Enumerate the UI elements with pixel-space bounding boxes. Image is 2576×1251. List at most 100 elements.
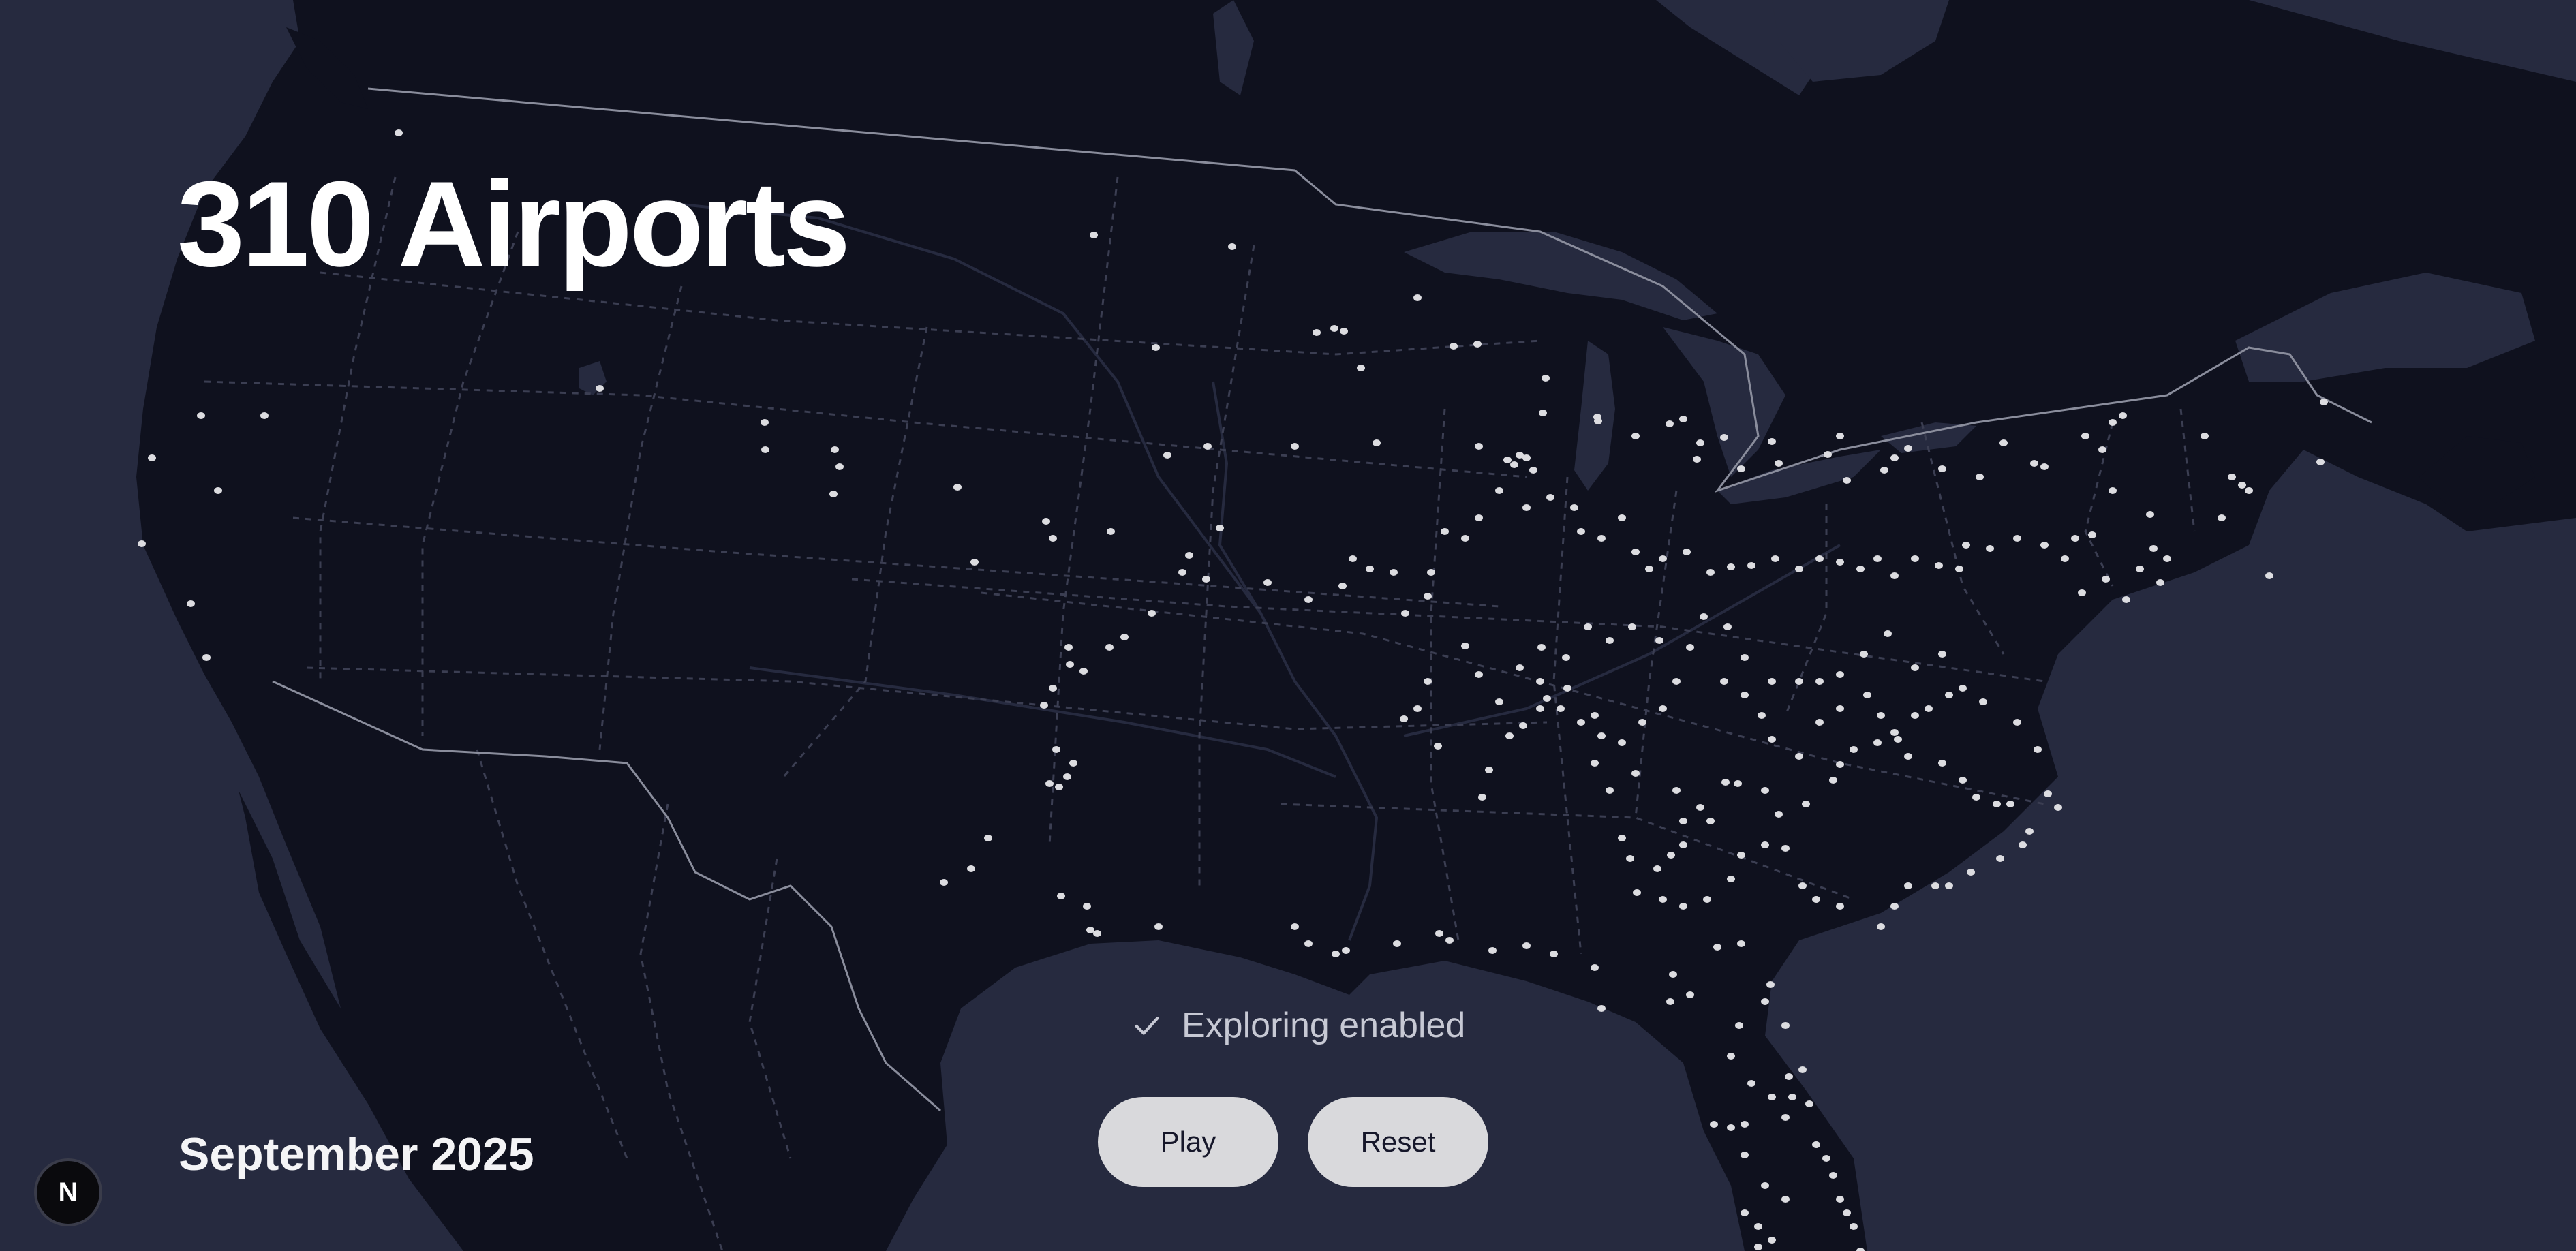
airport-marker[interactable] [1795, 753, 1803, 760]
airport-marker[interactable] [1877, 712, 1885, 719]
airport-marker[interactable] [1090, 232, 1098, 238]
airport-marker[interactable] [1737, 465, 1745, 472]
airport-marker[interactable] [1710, 1121, 1718, 1128]
airport-marker[interactable] [187, 600, 195, 607]
airport-marker[interactable] [1795, 566, 1803, 572]
airport-marker[interactable] [1083, 903, 1091, 910]
airport-marker[interactable] [1591, 760, 1599, 767]
airport-marker[interactable] [1860, 651, 1868, 658]
airport-marker[interactable] [1754, 1223, 1762, 1230]
airport-marker[interactable] [1052, 746, 1060, 753]
airport-marker[interactable] [1049, 535, 1057, 542]
airport-marker[interactable] [1516, 664, 1524, 671]
airport-marker[interactable] [1785, 1073, 1793, 1080]
airport-marker[interactable] [1216, 525, 1224, 531]
airport-marker[interactable] [1798, 1066, 1807, 1073]
airport-marker[interactable] [1829, 1172, 1837, 1179]
airport-marker[interactable] [1890, 454, 1899, 461]
airport-marker[interactable] [1340, 328, 1348, 335]
airport-marker[interactable] [1495, 487, 1503, 494]
airport-marker[interactable] [1597, 535, 1606, 542]
airport-marker[interactable] [1550, 951, 1558, 957]
airport-marker[interactable] [831, 446, 839, 453]
airport-marker[interactable] [1473, 341, 1482, 348]
airport-marker[interactable] [835, 463, 844, 470]
airport-marker[interactable] [1737, 940, 1745, 947]
airport-marker[interactable] [1788, 1094, 1796, 1100]
airport-marker[interactable] [1863, 692, 1871, 698]
airport-marker[interactable] [1836, 559, 1844, 566]
airport-marker[interactable] [1659, 555, 1667, 562]
airport-marker[interactable] [1812, 1141, 1820, 1148]
airport-marker[interactable] [1720, 678, 1728, 685]
airport-marker[interactable] [1768, 438, 1776, 445]
airport-marker[interactable] [1424, 593, 1432, 600]
airport-marker[interactable] [2156, 579, 2164, 586]
airport-marker[interactable] [1959, 777, 1967, 784]
airport-marker[interactable] [1570, 504, 1578, 511]
airport-marker[interactable] [1747, 562, 1755, 569]
airport-marker[interactable] [1945, 882, 1953, 889]
airport-marker[interactable] [1093, 930, 1101, 937]
airport-marker[interactable] [1781, 1114, 1790, 1121]
airport-marker[interactable] [2013, 719, 2021, 726]
airport-marker[interactable] [1741, 1209, 1749, 1216]
airport-marker[interactable] [1812, 896, 1820, 903]
airport-marker[interactable] [1366, 566, 1374, 572]
airport-marker[interactable] [148, 454, 156, 461]
airport-marker[interactable] [1938, 651, 1946, 658]
airport-marker[interactable] [1836, 705, 1844, 712]
airport-marker[interactable] [1672, 787, 1681, 794]
airport-marker[interactable] [1986, 545, 1994, 552]
airport-marker[interactable] [2098, 446, 2106, 453]
airport-marker[interactable] [1768, 1094, 1776, 1100]
airport-marker[interactable] [2119, 412, 2127, 419]
airport-marker[interactable] [1435, 930, 1443, 937]
airport-marker[interactable] [1338, 583, 1347, 589]
airport-marker[interactable] [2088, 531, 2096, 538]
airport-marker[interactable] [1577, 719, 1585, 726]
airport-marker[interactable] [2071, 535, 2079, 542]
airport-marker[interactable] [1696, 439, 1704, 446]
airport-marker[interactable] [1843, 477, 1851, 484]
airport-marker[interactable] [1655, 637, 1663, 644]
airport-marker[interactable] [1925, 705, 1933, 712]
airport-marker[interactable] [1795, 678, 1803, 685]
airport-marker[interactable] [1768, 678, 1776, 685]
airport-marker[interactable] [260, 412, 269, 419]
reset-button[interactable]: Reset [1308, 1097, 1488, 1187]
airport-marker[interactable] [1931, 882, 1939, 889]
airport-marker[interactable] [1631, 770, 1640, 777]
airport-marker[interactable] [2078, 589, 2086, 596]
airport-marker[interactable] [1413, 294, 1422, 301]
airport-marker[interactable] [1824, 451, 1832, 458]
airport-marker[interactable] [1945, 692, 1953, 698]
airport-marker[interactable] [1781, 845, 1790, 852]
airport-marker[interactable] [2136, 566, 2144, 572]
airport-marker[interactable] [1761, 1182, 1769, 1189]
airport-marker[interactable] [829, 491, 838, 497]
airport-marker[interactable] [1781, 1022, 1790, 1029]
airport-marker[interactable] [1045, 780, 1054, 787]
airport-marker[interactable] [2245, 487, 2253, 494]
airport-marker[interactable] [1064, 644, 1073, 651]
airport-marker[interactable] [1461, 643, 1469, 649]
airport-marker[interactable] [1427, 569, 1435, 576]
airport-marker[interactable] [1686, 644, 1694, 651]
airport-marker[interactable] [1313, 329, 1321, 336]
airport-marker[interactable] [1996, 855, 2004, 862]
airport-marker[interactable] [1069, 760, 1077, 767]
airport-marker[interactable] [1606, 787, 1614, 794]
airport-marker[interactable] [1342, 947, 1350, 954]
airport-marker[interactable] [1563, 685, 1571, 692]
airport-marker[interactable] [2238, 482, 2246, 489]
airport-marker[interactable] [596, 385, 604, 392]
airport-marker[interactable] [1304, 940, 1313, 947]
airport-marker[interactable] [1546, 494, 1554, 501]
airport-marker[interactable] [1055, 784, 1063, 790]
airport-marker[interactable] [1741, 654, 1749, 661]
airport-marker[interactable] [1042, 518, 1050, 525]
airport-marker[interactable] [1263, 579, 1272, 586]
airport-marker[interactable] [1105, 644, 1114, 651]
airport-marker[interactable] [2013, 535, 2021, 542]
